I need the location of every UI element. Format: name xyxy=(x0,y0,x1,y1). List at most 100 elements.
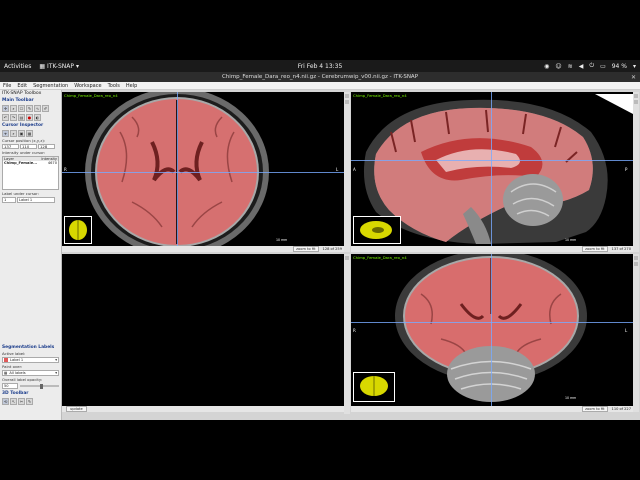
intensity-label: Intensity under cursor: xyxy=(2,150,46,155)
menu-edit[interactable]: Edit xyxy=(17,83,27,89)
snake-tool-button[interactable]: ∿ xyxy=(34,105,41,112)
segmentation-labels-heading: Segmentation Labels xyxy=(2,345,55,350)
axial-scale-bar: 10 mm xyxy=(276,238,288,242)
menu-file[interactable]: File xyxy=(3,83,11,89)
label-color-icon[interactable]: ● xyxy=(26,114,33,121)
main-toolbar: ✛ ⌕ ⬠ ✎ ∿ ✐ xyxy=(0,104,61,113)
sagittal-scale-bar: 10 mm xyxy=(565,238,577,242)
annotation-tool-button[interactable]: ✐ xyxy=(42,105,49,112)
clock[interactable]: Fri Feb 4 13:35 xyxy=(298,63,343,70)
sagittal-thumbnail[interactable] xyxy=(353,216,401,244)
cursor-x-field[interactable]: 137 xyxy=(2,144,19,149)
coronal-zoom-to-fit-button[interactable]: zoom to fit xyxy=(582,406,608,412)
coronal-thumbnail-image xyxy=(360,376,388,396)
coronal-view[interactable]: Chimp_Female_Dara_reo_n4 R L 10 mm xyxy=(351,254,633,406)
view-options-icon[interactable] xyxy=(345,100,349,104)
segmentation-labels-section: Segmentation Labels Active label: Label … xyxy=(0,344,61,406)
coronal-thumbnail[interactable] xyxy=(353,372,395,402)
zoom-tool-button[interactable]: ⌕ xyxy=(10,105,17,112)
view-options-icon[interactable] xyxy=(634,100,638,104)
accessibility-icon: ☺ xyxy=(555,62,562,70)
opacity-slider[interactable] xyxy=(20,383,59,389)
spray-3d-icon[interactable]: ✎ xyxy=(26,398,33,405)
cursor-y-field[interactable]: 110 xyxy=(20,144,37,149)
3d-update-button[interactable]: update xyxy=(66,406,87,412)
axial-brain-image xyxy=(85,92,269,246)
label-under-cursor-fields: 1 Label 1 xyxy=(0,196,61,204)
active-label-value: Label 1 xyxy=(10,358,24,362)
menu-workspace[interactable]: Workspace xyxy=(74,83,101,89)
sagittal-layer-label: Chimp_Female_Dara_reo_n4 xyxy=(353,93,407,98)
display-inspector-tab-icon[interactable]: ▣ xyxy=(18,130,25,137)
expand-view-icon[interactable] xyxy=(345,256,349,260)
intensity-table[interactable]: Layer Intensity Chimp_Female... 4670 xyxy=(2,156,59,190)
label-color-swatch xyxy=(4,358,8,362)
rotate-3d-icon[interactable]: ⟲ xyxy=(2,398,9,405)
layer-name-cell: Chimp_Female... xyxy=(4,161,38,165)
pointer-3d-icon[interactable]: ↖ xyxy=(10,398,17,405)
coronal-crosshair-vertical xyxy=(491,254,492,406)
expand-view-icon[interactable] xyxy=(634,94,638,98)
label-id-field[interactable]: 1 xyxy=(2,197,16,203)
close-icon[interactable]: ✕ xyxy=(631,74,636,81)
battery-icon: ▭ xyxy=(600,62,606,70)
opacity-slider-handle[interactable] xyxy=(39,383,43,389)
sagittal-view[interactable]: Chimp_Female_Dara_reo_n4 A P 10 mm xyxy=(351,92,633,246)
sagittal-thumbnail-image xyxy=(360,221,392,239)
menu-help[interactable]: Help xyxy=(126,83,137,89)
scalpel-3d-icon[interactable]: ✂ xyxy=(18,398,25,405)
main-toolbar-row2: ↶ ↷ ▤ ● ◐ xyxy=(0,113,61,122)
cursor-inspector-tab-icon[interactable]: ⌖ xyxy=(2,130,9,137)
window-titlebar[interactable]: Chimp_Female_Dara_reo_n4.nii.gz - Cerebr… xyxy=(0,72,640,82)
3d-toolbar: ⟲ ↖ ✂ ✎ xyxy=(0,397,61,406)
3d-toolbar-heading: 3D Toolbar xyxy=(2,391,29,396)
menu-tools[interactable]: Tools xyxy=(108,83,120,89)
3d-side-toolbar xyxy=(344,254,350,414)
screen: Activities ▦ ITK-SNAP ▾ Fri Feb 4 13:35 … xyxy=(0,0,640,480)
axial-thumbnail-image xyxy=(69,220,87,240)
system-tray[interactable]: ◉ ☺ ≋ ◀ ⏻ ▭ 94 % ▾ xyxy=(544,62,636,70)
axial-crosshair-vertical xyxy=(177,92,178,246)
chevron-down-icon: ▾ xyxy=(55,358,57,362)
menu-segmentation[interactable]: Segmentation xyxy=(33,83,68,89)
redo-icon[interactable]: ↷ xyxy=(10,114,17,121)
view-options-icon[interactable] xyxy=(634,262,638,266)
power-icon: ⏻ xyxy=(589,62,595,69)
coronal-layer-label: Chimp_Female_Dara_reo_n4 xyxy=(353,255,407,260)
chevron-down-icon: ▾ xyxy=(55,371,57,375)
sagittal-zoom-to-fit-button[interactable]: zoom to fit xyxy=(582,246,608,252)
coronal-slice-indicator: 110 of 227 xyxy=(611,407,631,411)
undo-icon[interactable]: ↶ xyxy=(2,114,9,121)
sagittal-side-toolbar xyxy=(633,92,639,252)
axial-side-toolbar xyxy=(344,92,350,252)
label-name-field[interactable]: Label 1 xyxy=(17,197,55,203)
axial-thumbnail[interactable] xyxy=(64,216,92,244)
active-label-dropdown[interactable]: Label 1 ▾ xyxy=(2,357,59,363)
label-inspector-tab-icon[interactable]: ▦ xyxy=(26,130,33,137)
system-top-bar: Activities ▦ ITK-SNAP ▾ Fri Feb 4 13:35 … xyxy=(0,60,640,72)
cursor-z-field[interactable]: 128 xyxy=(38,144,55,149)
cursor-inspector-heading: Cursor Inspector xyxy=(2,123,44,128)
table-row[interactable]: Chimp_Female... 4670 xyxy=(3,161,58,165)
zoom-inspector-tab-icon[interactable]: ⌕ xyxy=(10,130,17,137)
itk-snap-window: Chimp_Female_Dara_reo_n4.nii.gz - Cerebr… xyxy=(0,72,640,420)
3d-view[interactable] xyxy=(62,254,344,406)
layers-icon[interactable]: ▤ xyxy=(18,114,25,121)
paintbrush-tool-button[interactable]: ✎ xyxy=(26,105,33,112)
battery-level: 94 % xyxy=(611,62,627,70)
app-menu-label: ITK-SNAP xyxy=(47,62,74,70)
contrast-icon[interactable]: ◐ xyxy=(34,114,41,121)
paint-over-value: All labels xyxy=(9,371,26,375)
crosshair-tool-button[interactable]: ✛ xyxy=(2,105,9,112)
activities-button[interactable]: Activities xyxy=(4,63,31,70)
chevron-down-icon: ▾ xyxy=(632,62,636,70)
expand-view-icon[interactable] xyxy=(634,256,638,260)
opacity-field[interactable]: 50 xyxy=(2,383,18,389)
polygon-tool-button[interactable]: ⬠ xyxy=(18,105,25,112)
paint-over-dropdown[interactable]: ▦ All labels ▾ xyxy=(2,370,59,376)
axial-zoom-to-fit-button[interactable]: zoom to fit xyxy=(293,246,319,252)
axial-view[interactable]: Chimp_Female_Dara_reo_n4 R L 10 mm xyxy=(62,92,344,246)
expand-view-icon[interactable] xyxy=(345,94,349,98)
app-menu[interactable]: ▦ ITK-SNAP ▾ xyxy=(39,63,79,70)
opacity-control: 50 xyxy=(0,382,61,390)
